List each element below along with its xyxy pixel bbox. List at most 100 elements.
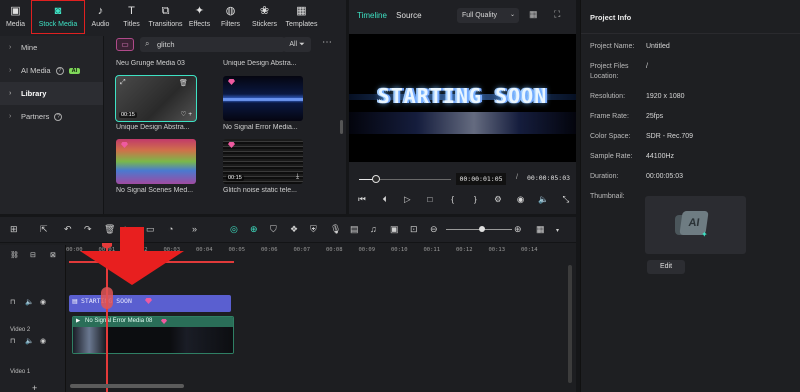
favorite-add-icons[interactable]: ♡ + <box>181 110 192 118</box>
volume-icon[interactable]: 🔈 <box>536 194 550 208</box>
snap-icon[interactable]: ⊕ <box>250 224 258 235</box>
eye-icon[interactable]: ◉ <box>40 298 46 306</box>
sidebar-item-ai-media[interactable]: › AI Media? AI <box>0 59 103 82</box>
premium-gem-icon <box>228 79 235 85</box>
toolbar-tab-effects[interactable]: ✦ Effects <box>184 0 215 34</box>
tab-timeline[interactable]: Timeline <box>357 11 387 20</box>
timeline-vertical-scrollbar[interactable] <box>568 265 572 383</box>
sidebar-item-library[interactable]: › Library <box>0 82 103 105</box>
search-box[interactable]: ⌕ <box>140 37 285 52</box>
info-label: Thumbnail: <box>590 193 625 200</box>
premium-gem-icon <box>121 142 128 148</box>
ruler-tick-label: 00:10 <box>391 247 408 253</box>
help-icon[interactable]: ? <box>54 112 63 121</box>
media-tile-label: Neu Grunge Media 03 <box>116 60 185 67</box>
toolbar-tab-titles[interactable]: T Titles <box>116 0 147 34</box>
video-clip[interactable]: ▶ No Signal Error Media 08 <box>72 316 234 354</box>
mark-out-icon[interactable]: } <box>468 194 482 208</box>
toolbar-tab-filters[interactable]: ◍ Filters <box>215 0 246 34</box>
mute-icon[interactable]: 🔈 <box>25 298 34 306</box>
magnet-icon[interactable]: ⊠ <box>50 251 56 259</box>
chevron-right-icon: › <box>9 90 12 97</box>
fit-icon[interactable]: ⊡ <box>410 224 418 235</box>
player-panel: Timeline Source Full Quality ⌄ ▦ ⛶ STARTI… <box>349 0 576 214</box>
dropdown-icon[interactable]: ▾ <box>556 227 559 234</box>
quality-dropdown[interactable]: Full Quality ⌄ <box>457 8 519 23</box>
play-icon[interactable]: ▷ <box>400 194 414 208</box>
media-tile-thumbnail[interactable]: ⤢ 🗑 00:15 ♡ + <box>115 75 197 122</box>
preview-viewer[interactable]: STARTING SOON <box>349 34 576 162</box>
toolbar-tab-label: Titles <box>123 21 140 28</box>
library-icon: ▭ <box>121 40 129 49</box>
sidebar-item-mine[interactable]: › Mine <box>0 36 103 59</box>
zoom-out-icon[interactable]: ⊖ <box>430 224 438 235</box>
ruler-tick-label: 00:09 <box>358 247 376 253</box>
shield-icon[interactable]: ⛨ <box>310 224 317 235</box>
eye-icon[interactable]: ◉ <box>40 337 46 345</box>
grid-icon[interactable]: ▦ <box>529 9 538 20</box>
render-icon[interactable]: ◎ <box>230 224 238 235</box>
scrub-handle[interactable] <box>371 175 380 183</box>
toolbar-tab-transitions[interactable]: ⧉ Transitions <box>147 0 184 34</box>
zoom-in-icon[interactable]: ⊕ <box>514 224 522 235</box>
project-info-panel: Project Info Project Name: Untitled Proj… <box>580 0 800 392</box>
mic-icon[interactable]: 🎙 <box>330 224 341 235</box>
more-options-icon[interactable]: ⋯ <box>322 37 332 48</box>
track-manager-icon[interactable]: ⊟ <box>30 251 36 259</box>
camera-icon[interactable]: ◉ <box>514 194 528 208</box>
download-icon[interactable]: ⤓ <box>296 173 299 181</box>
toolbar-tab-audio[interactable]: ♪ Audio <box>85 0 116 34</box>
mute-icon[interactable]: 🔈 <box>25 337 34 345</box>
search-input[interactable] <box>157 37 282 52</box>
image-icon[interactable]: ▣ <box>390 224 399 235</box>
grid-icon[interactable]: ▦ <box>536 224 545 235</box>
ai-tool-icon[interactable]: ❖ <box>290 224 298 235</box>
chevron-right-icon: › <box>9 67 12 74</box>
marker-icon[interactable]: ⛉ <box>270 224 277 235</box>
ruler-tick-label: 00:05 <box>228 247 246 253</box>
mark-in-icon[interactable]: { <box>446 194 460 208</box>
more-tools-icon[interactable]: » <box>192 224 197 234</box>
settings-icon[interactable]: ⚙ <box>491 194 505 208</box>
media-tile-thumbnail[interactable] <box>116 139 196 184</box>
stop-icon[interactable]: □ <box>423 194 437 208</box>
ruler-tick-label: 00:11 <box>423 247 441 253</box>
tab-source[interactable]: Source <box>396 11 421 20</box>
toolbar-tab-stock-media[interactable]: ◙ Stock Media <box>31 0 85 34</box>
link-icon[interactable]: ⛓ <box>10 251 19 259</box>
track-headers: ⛓ ⊟ ⊠ ⊓ 🔈 ◉ Video 2 ⊓ 🔈 ◉ Video 1 <box>0 245 66 392</box>
filter-button[interactable]: All ⏷ <box>283 37 311 52</box>
lock-icon[interactable]: ⊓ <box>10 298 15 306</box>
audio-icon[interactable]: ♫ <box>370 224 377 234</box>
info-label: Location: <box>590 73 619 80</box>
select-tool-icon[interactable]: ⇱ <box>40 224 48 235</box>
help-icon[interactable]: ? <box>55 66 64 75</box>
step-back-icon[interactable]: ⏴ <box>378 194 392 208</box>
sidebar-item-partners[interactable]: › Partners? <box>0 105 103 128</box>
fullscreen-icon[interactable]: ⤡ <box>559 194 573 208</box>
lock-icon[interactable]: ⊓ <box>10 337 15 345</box>
playhead-handle[interactable] <box>101 287 113 309</box>
media-scrollbar[interactable] <box>340 120 343 134</box>
track-name: Video 1 <box>10 369 31 375</box>
title-clip[interactable]: ▤ STARTING SOON <box>69 295 231 312</box>
edit-thumbnail-button[interactable]: Edit <box>647 260 685 274</box>
toolbar-tab-templates[interactable]: ▦ Templates <box>283 0 320 34</box>
undo-icon[interactable]: ↶ <box>64 224 72 235</box>
media-tile-thumbnail[interactable] <box>223 76 303 121</box>
layout-icon[interactable]: ⊞ <box>10 224 18 235</box>
library-toggle-button[interactable]: ▭ <box>116 38 134 51</box>
zoom-handle[interactable] <box>479 226 485 232</box>
total-time: 00:00:05:03 <box>527 174 571 182</box>
toolbar-tab-media[interactable]: ▣ Media <box>0 0 31 34</box>
snapshot-icon[interactable]: ⛶ <box>554 9 560 20</box>
effects-icon: ✦ <box>194 5 205 17</box>
delete-icon[interactable]: 🗑 <box>179 79 188 87</box>
add-track-icon[interactable]: + <box>32 383 37 392</box>
toolbar-tab-stickers[interactable]: ❀ Stickers <box>246 0 283 34</box>
info-value: 25fps <box>646 113 664 120</box>
timeline-horizontal-scrollbar[interactable] <box>70 384 184 388</box>
previous-frame-icon[interactable]: ⏮ <box>355 194 369 208</box>
track-icon[interactable]: ▤ <box>350 224 359 235</box>
media-tile-thumbnail[interactable]: 00:15 ⤓ <box>223 139 303 184</box>
